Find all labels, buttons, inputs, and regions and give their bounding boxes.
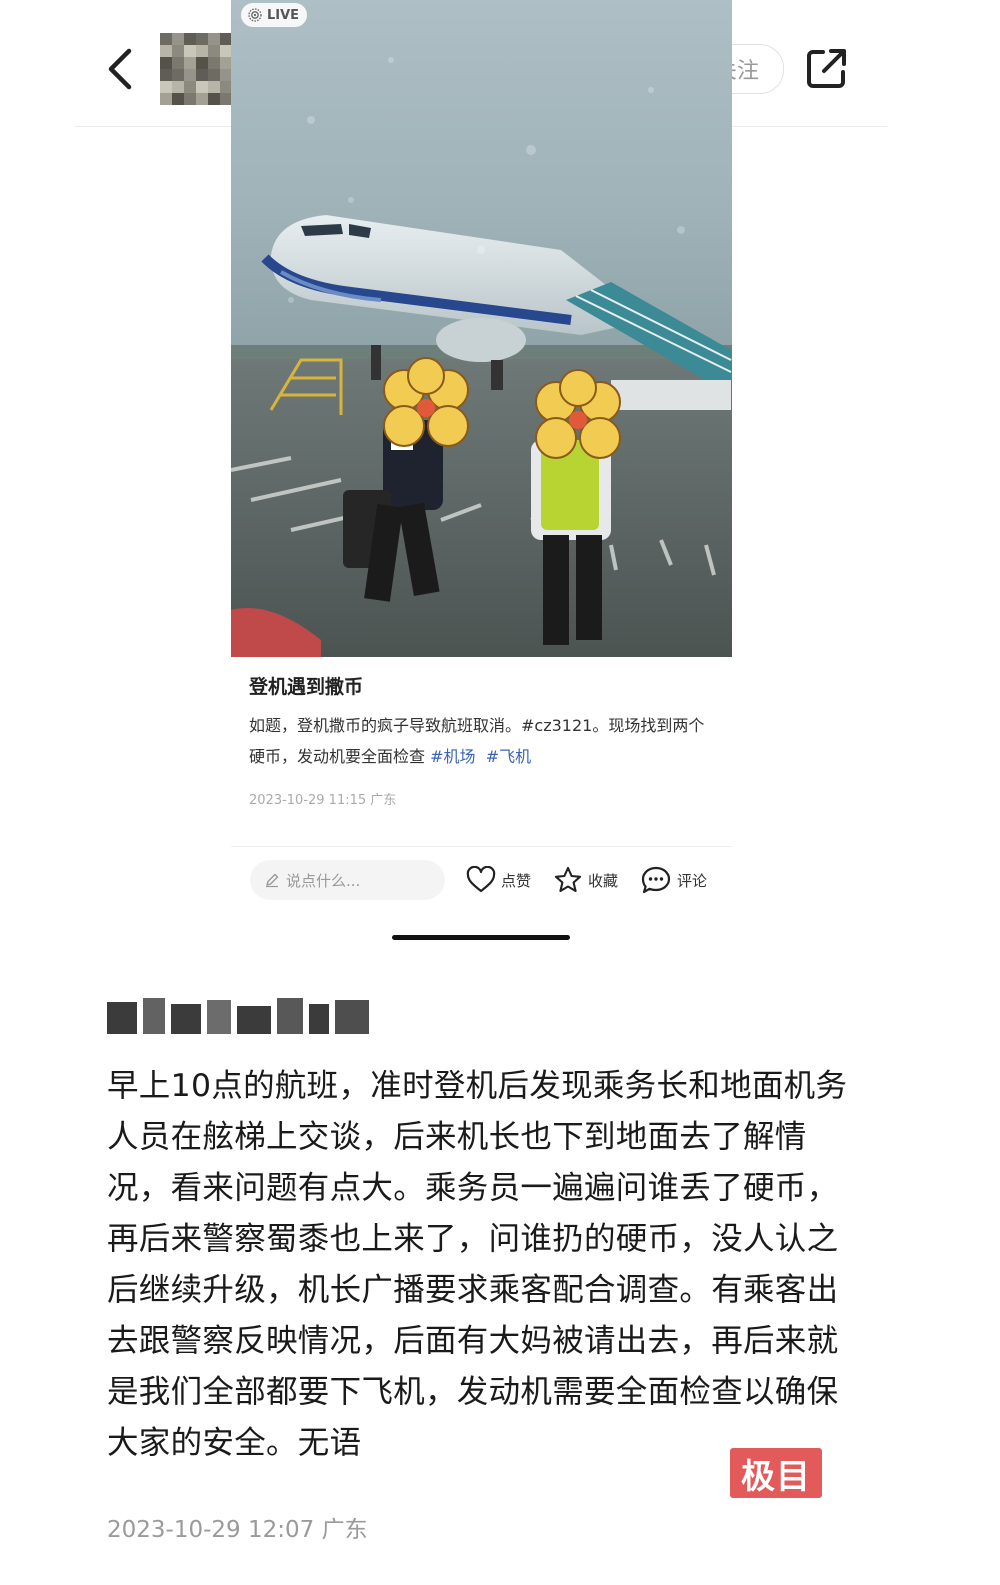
avatar-mosaic-tile xyxy=(196,93,208,105)
comment-label: 评论 xyxy=(677,871,708,890)
avatar-mosaic-tile xyxy=(184,93,196,105)
avatar-mosaic-tile xyxy=(196,57,208,69)
comment-button[interactable]: 评论 xyxy=(640,862,707,898)
card-title: 登机遇到撒币 xyxy=(249,676,364,698)
avatar-mosaic-tile xyxy=(208,69,220,81)
avatar-mosaic-tile xyxy=(196,45,208,57)
avatar-mosaic-tile xyxy=(208,81,220,93)
avatar-mosaic-tile xyxy=(172,57,184,69)
card-timestamp: 2023-10-29 11:15 广东 xyxy=(249,793,397,808)
avatar-mosaic-tile xyxy=(184,81,196,93)
avatar-mosaic-tile xyxy=(196,81,208,93)
like-label: 点赞 xyxy=(501,871,532,890)
avatar-mosaic-tile xyxy=(208,45,220,57)
like-button[interactable]: 点赞 xyxy=(466,862,531,898)
avatar-mosaic-tile xyxy=(196,33,208,45)
share-button[interactable] xyxy=(803,44,851,92)
avatar-mosaic-tile xyxy=(160,45,172,57)
avatar-mosaic-tile xyxy=(160,81,172,93)
avatar-mosaic-tile xyxy=(172,81,184,93)
avatar-mosaic-tile xyxy=(172,45,184,57)
avatar-mosaic-tile xyxy=(184,33,196,45)
card-description: 如题，登机撒币的疯子导致航班取消。#cz3121。现场找到两个硬币，发动机要全面… xyxy=(249,710,719,772)
post-photo[interactable] xyxy=(231,0,732,657)
avatar-mosaic-tile xyxy=(160,69,172,81)
avatar-mosaic-tile xyxy=(160,33,172,45)
card-description-text: 如题，登机撒币的疯子导致航班取消。#cz3121。现场找到两个硬币，发动机要全面… xyxy=(249,716,705,766)
avatar-mosaic-tile xyxy=(160,93,172,105)
favorite-button[interactable]: 收藏 xyxy=(553,862,618,898)
avatar-mosaic-tile xyxy=(160,57,172,69)
hashtag-airplane[interactable]: #飞机 xyxy=(486,747,531,766)
avatar[interactable] xyxy=(160,33,232,105)
avatar-mosaic-tile xyxy=(208,93,220,105)
comment-placeholder: 说点什么... xyxy=(286,871,361,890)
home-indicator xyxy=(392,935,570,940)
share-external-icon xyxy=(807,49,846,88)
avatar-mosaic-tile xyxy=(208,57,220,69)
favorite-label: 收藏 xyxy=(588,871,619,890)
avatar-mosaic-tile xyxy=(184,45,196,57)
live-photo-icon xyxy=(248,8,262,22)
back-button[interactable] xyxy=(95,42,145,96)
watermark-logo: 极目 xyxy=(730,1448,822,1498)
avatar-mosaic-tile xyxy=(208,33,220,45)
post-timestamp: 2023-10-29 12:07 广东 xyxy=(107,1517,368,1543)
avatar-mosaic-tile xyxy=(172,69,184,81)
heart-icon xyxy=(466,866,496,893)
hashtag-airport[interactable]: #机场 xyxy=(430,747,475,766)
avatar-mosaic-tile xyxy=(184,57,196,69)
avatar-mosaic-tile xyxy=(184,69,196,81)
star-icon xyxy=(554,866,582,893)
post-body: 早上10点的航班，准时登机后发现乘务长和地面机务人员在舷梯上交谈，后来机长也下到… xyxy=(107,1068,848,1461)
live-photo-badge: LIVE xyxy=(241,3,307,27)
airport-scene-image xyxy=(231,0,732,657)
avatar-mosaic-tile xyxy=(172,33,184,45)
blurred-username xyxy=(107,996,369,1036)
chevron-left-icon xyxy=(108,48,132,90)
speech-bubble-icon xyxy=(641,866,671,894)
avatar-mosaic-tile xyxy=(172,93,184,105)
pencil-icon xyxy=(266,873,279,888)
comment-input[interactable]: 说点什么... xyxy=(250,860,445,900)
card-divider xyxy=(231,846,732,847)
avatar-mosaic-tile xyxy=(196,69,208,81)
live-label: LIVE xyxy=(267,7,300,23)
